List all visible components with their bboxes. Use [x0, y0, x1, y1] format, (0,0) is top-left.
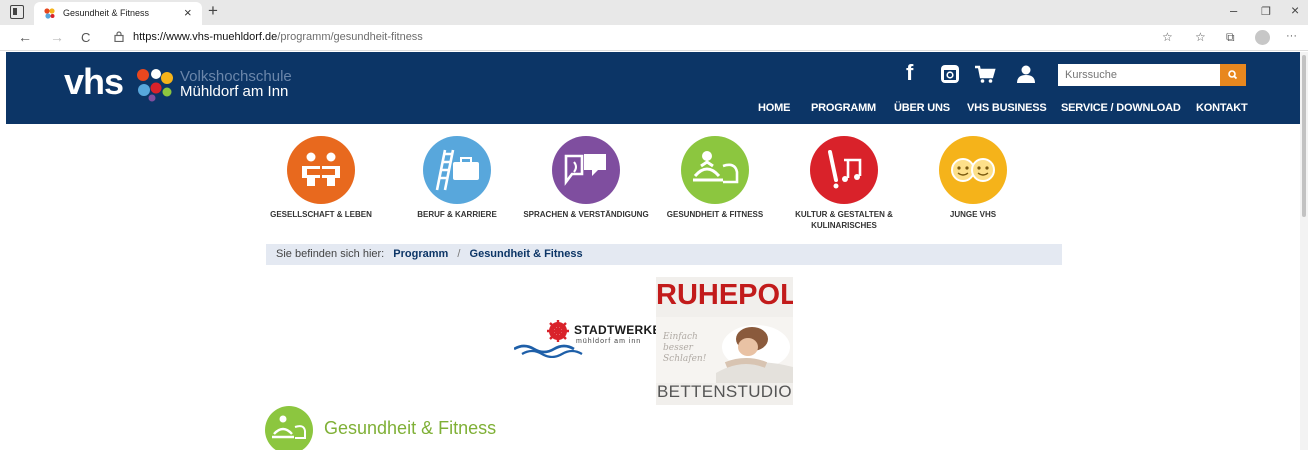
yoga-section-icon [265, 406, 313, 450]
add-favorite-icon[interactable]: ☆ [1162, 30, 1173, 44]
url-host: https://www.vhs-muehldorf.de [133, 31, 278, 43]
minimize-icon[interactable]: – [1230, 3, 1237, 18]
breadcrumb-separator: / [457, 248, 461, 260]
cart-icon[interactable] [973, 62, 997, 86]
category-beruf[interactable]: BERUF & KARRIERE [387, 136, 527, 236]
browser-tab[interactable]: Gesundheit & Fitness × [34, 2, 202, 25]
category-sprachen[interactable]: SPRACHEN & VERSTÄNDIGUNG [516, 136, 656, 236]
category-gesundheit[interactable]: GESUNDHEIT & FITNESS [645, 136, 785, 236]
briefcase-ladder-icon [423, 136, 491, 204]
kids-faces-icon [939, 136, 1007, 204]
nav-home[interactable]: HOME [758, 102, 790, 114]
music-note-icon [810, 136, 878, 204]
logo-dots-icon [137, 69, 173, 102]
course-search-input[interactable] [1058, 64, 1220, 86]
stadtwerke-name: STADTWERKE [574, 323, 661, 337]
facebook-icon[interactable]: f [906, 60, 913, 85]
nav-vhs-business[interactable]: VHS BUSINESS [967, 102, 1047, 114]
scrollbar-thumb[interactable] [1302, 55, 1306, 217]
category-gesellschaft[interactable]: GESELLSCHAFT & LEBEN [251, 136, 391, 236]
people-icon [287, 136, 355, 204]
breadcrumb: Sie befinden sich hier: Programm / Gesun… [266, 244, 1062, 265]
instagram-icon[interactable] [938, 62, 962, 86]
category-label: JUNGE VHS [949, 210, 997, 219]
favorites-icon[interactable]: ☆ [1195, 30, 1206, 44]
category-label: SPRACHEN & VERSTÄNDIGUNG [523, 210, 649, 219]
tab-title: Gesundheit & Fitness [63, 8, 150, 18]
address-bar: ← → C https://www.vhs-muehldorf.de/progr… [0, 25, 1308, 51]
lock-icon [114, 31, 124, 42]
search-button[interactable] [1220, 64, 1246, 86]
vhs-favicon-icon [44, 8, 55, 19]
nav-kontakt[interactable]: KONTAKT [1196, 102, 1248, 114]
search-icon [1228, 70, 1238, 80]
page-title: Gesundheit & Fitness [324, 418, 497, 438]
breadcrumb-programm[interactable]: Programm [393, 248, 448, 260]
tab-actions-icon[interactable] [10, 5, 24, 19]
breadcrumb-prefix: Sie befinden sich hier: [276, 248, 385, 260]
back-icon[interactable]: ← [18, 29, 32, 45]
category-label: GESELLSCHAFT & LEBEN [270, 210, 372, 219]
breadcrumb-current[interactable]: Gesundheit & Fitness [470, 248, 583, 260]
reload-icon[interactable]: C [81, 30, 90, 45]
nav-ueber-uns[interactable]: ÜBER UNS [894, 102, 950, 114]
vhs-logo[interactable]: vhs Volkshochschule Mühldorf am Inn [64, 64, 314, 104]
category-label: BERUF & KARRIERE [417, 210, 497, 219]
new-tab-icon[interactable]: + [208, 1, 218, 21]
url-field[interactable]: https://www.vhs-muehldorf.de/programm/ge… [133, 31, 423, 43]
user-icon[interactable] [1014, 62, 1038, 86]
category-kultur[interactable]: KULTUR & GESTALTEN & KULINARISCHES [774, 136, 914, 236]
nav-programm[interactable]: PROGRAMM [811, 102, 876, 114]
category-label: KULTUR & GESTALTEN & KULINARISCHES [795, 210, 893, 230]
more-icon[interactable]: ··· [1286, 30, 1297, 42]
tab-close-icon[interactable]: × [184, 5, 192, 20]
forward-icon[interactable]: → [50, 29, 64, 45]
nav-service-download[interactable]: SERVICE / DOWNLOAD [1061, 102, 1181, 114]
speech-bubbles-icon [552, 136, 620, 204]
ruhepol-tagline: Einfach besser Schlafen! [663, 332, 707, 364]
logo-vhs-text: vhs [64, 61, 124, 102]
yoga-icon [681, 136, 749, 204]
site-header: vhs Volkshochschule Mühldorf am Inn f HO… [6, 52, 1300, 124]
browser-tab-bar: Gesundheit & Fitness × + – ❐ × [0, 0, 1308, 25]
ruhepol-title: RUHEPOL [656, 279, 793, 311]
url-path: /programm/gesundheit-fitness [277, 31, 423, 43]
close-window-icon[interactable]: × [1291, 2, 1299, 18]
stadtwerke-logo[interactable]: STADTWERKE mühldorf am inn [513, 318, 660, 359]
logo-location: Mühldorf am Inn [180, 83, 289, 100]
category-junge-vhs[interactable]: JUNGE VHS [903, 136, 1043, 236]
profile-avatar[interactable] [1255, 30, 1270, 45]
restore-icon[interactable]: ❐ [1261, 5, 1271, 18]
category-label: GESUNDHEIT & FITNESS [666, 210, 764, 219]
collections-icon[interactable]: ⧉ [1226, 30, 1235, 45]
ruhepol-ad[interactable]: RUHEPOL Einfach besser Schlafen! BETTENS… [656, 277, 793, 405]
ruhepol-sub: BETTENSTUDIO [657, 382, 792, 401]
stadtwerke-sub: mühldorf am inn [576, 338, 642, 345]
